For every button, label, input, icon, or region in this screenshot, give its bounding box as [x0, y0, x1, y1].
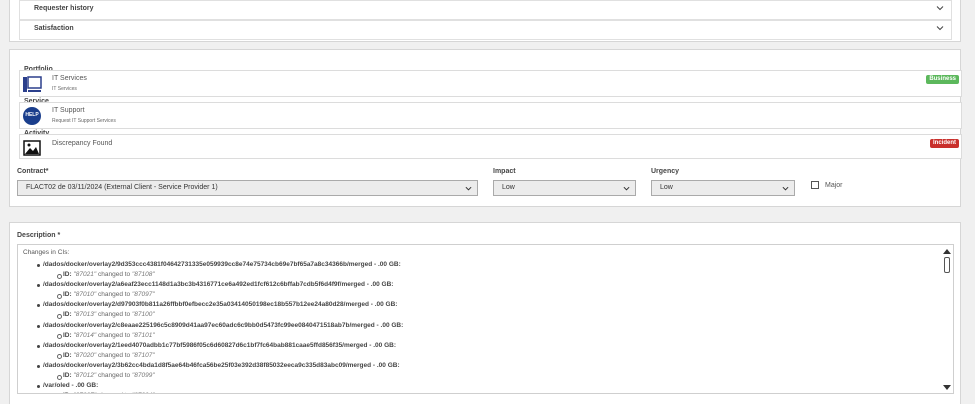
activity-card[interactable]: Discrepancy Found Incident — [19, 134, 962, 159]
portfolio-title: IT Services — [52, 75, 87, 82]
requester-history-label: Requester history — [34, 5, 94, 12]
ci-path-item: /dados/docker/overlay2/d97903f0b811a26ff… — [23, 300, 933, 310]
id-prefix: ID: — [63, 271, 72, 279]
ci-id-change: ID: "87014" changed to "87101" — [23, 331, 933, 341]
business-tag: Business — [926, 75, 959, 84]
ci-id-change: ID: "87007" changed to "87094" — [23, 391, 933, 393]
chevron-down-icon — [782, 186, 789, 191]
catalog-panel: Portfolio IT Services IT Services Busine… — [9, 49, 962, 207]
impact-select[interactable]: Low — [493, 180, 636, 196]
image-icon — [23, 140, 41, 156]
id-from-value: "87014" — [73, 331, 97, 339]
ci-id-change: ID: "87012" changed to "87099" — [23, 371, 933, 381]
id-to-value: "87099" — [131, 372, 155, 380]
satisfaction-accordion[interactable]: Satisfaction — [19, 20, 952, 40]
changed-to-text: changed to — [98, 351, 131, 359]
chevron-down-icon — [465, 186, 472, 191]
scroll-up-arrow-icon[interactable] — [943, 249, 951, 254]
id-prefix: ID: — [63, 351, 72, 359]
requester-history-accordion[interactable]: Requester history — [19, 0, 952, 20]
portfolio-card[interactable]: IT Services IT Services Business — [19, 70, 962, 97]
id-to-value: "87097" — [131, 291, 155, 299]
description-label: Description * — [17, 232, 61, 239]
portfolio-subtitle: IT Services — [52, 86, 77, 92]
ci-path-item: /dados/docker/overlay2/a6eaf23ecc1148d1a… — [23, 280, 933, 290]
chevron-down-icon — [936, 26, 944, 31]
activity-title: Discrepancy Found — [52, 140, 113, 147]
impact-value: Low — [502, 184, 515, 191]
service-card[interactable]: HELP IT Support Request IT Support Servi… — [19, 102, 962, 129]
service-title: IT Support — [52, 107, 85, 114]
id-from-value: "87007" — [73, 392, 96, 393]
portfolio-icon — [23, 76, 42, 92]
ci-path-item: /dados/docker/overlay2/1eed4070adbb1c77b… — [23, 341, 933, 351]
contract-select[interactable]: FLACT02 de 03/11/2024 (External Client -… — [17, 180, 478, 196]
urgency-label: Urgency — [651, 168, 680, 175]
urgency-select[interactable]: Low — [651, 180, 795, 196]
id-prefix: ID: — [63, 331, 72, 339]
id-from-value: "87021" — [73, 271, 97, 279]
ci-path-item: /dados/docker/overlay2/9d353ccc4381f0464… — [23, 260, 933, 270]
urgency-value: Low — [660, 184, 673, 191]
incident-tag: Incident — [929, 139, 959, 148]
service-subtitle: Request IT Support Services — [52, 118, 116, 124]
id-to-value: "87108" — [131, 271, 155, 279]
ci-id-change: ID: "87010" changed to "87097" — [23, 290, 933, 300]
id-to-value: "87107" — [131, 351, 155, 359]
changed-to-text: changed to — [98, 392, 130, 393]
id-to-value: "87100" — [131, 311, 155, 319]
id-prefix: ID: — [63, 392, 72, 393]
impact-label: Impact — [493, 168, 516, 175]
id-from-value: "87020" — [73, 351, 97, 359]
id-prefix: ID: — [63, 311, 72, 319]
scroll-down-arrow-icon[interactable] — [943, 385, 951, 390]
accordion-panel: Requester history Satisfaction — [9, 0, 961, 42]
major-label: Major — [825, 182, 843, 189]
contract-label: Contract* — [17, 168, 49, 175]
help-icon: HELP — [23, 107, 41, 125]
ci-path-item: /dados/docker/overlay2/c8eaae225196c5c89… — [23, 321, 933, 331]
changed-to-text: changed to — [98, 311, 131, 319]
ci-id-change: ID: "87020" changed to "87107" — [23, 351, 933, 361]
id-to-value: "87101" — [131, 331, 155, 339]
id-from-value: "87010" — [73, 291, 97, 299]
contract-value: FLACT02 de 03/11/2024 (External Client -… — [26, 184, 218, 191]
id-prefix: ID: — [63, 372, 72, 380]
ci-id-change: ID: "87021" changed to "87108" — [23, 270, 933, 280]
chevron-down-icon — [623, 186, 630, 191]
changed-to-text: changed to — [98, 291, 131, 299]
id-prefix: ID: — [63, 291, 72, 299]
major-checkbox[interactable] — [811, 181, 819, 189]
description-intro: Changes in CIs: — [23, 249, 70, 256]
ci-path-item: /dados/docker/overlay2/3b62cc4bda1d8f5ae… — [23, 361, 933, 371]
changed-to-text: changed to — [98, 331, 131, 339]
id-to-value: "87094" — [132, 392, 155, 393]
ci-id-change: ID: "87013" changed to "87100" — [23, 310, 933, 320]
ci-path-item: /var/oled - .00 GB: — [23, 381, 933, 391]
description-content: Changes in CIs: /dados/docker/overlay2/9… — [23, 249, 933, 393]
id-from-value: "87013" — [73, 311, 97, 319]
changed-to-text: changed to — [98, 271, 131, 279]
description-scrollbar[interactable] — [943, 247, 951, 392]
description-textarea[interactable]: Changes in CIs: /dados/docker/overlay2/9… — [17, 244, 954, 394]
scroll-thumb[interactable] — [944, 257, 950, 273]
satisfaction-label: Satisfaction — [34, 25, 74, 32]
chevron-down-icon — [936, 6, 944, 11]
changed-to-text: changed to — [98, 372, 131, 380]
description-panel: Description * Changes in CIs: /dados/doc… — [9, 222, 961, 404]
id-from-value: "87012" — [73, 372, 97, 380]
